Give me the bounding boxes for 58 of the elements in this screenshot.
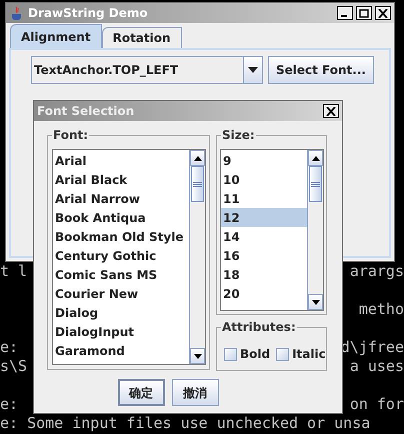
list-item[interactable]: 12	[221, 208, 307, 227]
terminal-text: arargs	[350, 262, 404, 281]
terminal-text: t l	[0, 262, 28, 281]
select-font-button[interactable]: Select Font...	[268, 56, 374, 84]
scroll-up-icon[interactable]	[308, 150, 323, 166]
terminal-text: d\jfree	[340, 338, 404, 357]
minimize-button[interactable]	[337, 6, 353, 20]
list-item[interactable]: Comic Sans MS	[53, 265, 189, 284]
list-item[interactable]: Garamond	[53, 341, 189, 360]
scrollbar[interactable]	[307, 150, 323, 310]
terminal-text: e: Some input files use unchecked or unsa	[0, 414, 370, 433]
list-item[interactable]: Century Gothic	[53, 246, 189, 265]
checkbox-label: Bold	[240, 346, 270, 363]
list-item[interactable]: Arial	[53, 151, 189, 170]
list-item[interactable]: DialogInput	[53, 322, 189, 341]
scroll-up-icon[interactable]	[190, 150, 205, 166]
list-item[interactable]: Courier New	[53, 284, 189, 303]
dialog-button[interactable]: 确定	[118, 379, 164, 406]
checkbox[interactable]	[224, 348, 237, 360]
scroll-thumb[interactable]	[309, 166, 322, 202]
anchor-dropdown[interactable]: TextAnchor.TOP_LEFT	[31, 56, 263, 84]
minimize-icon	[340, 15, 346, 17]
list-item[interactable]: Book Antiqua	[53, 208, 189, 227]
terminal-text: on for	[350, 395, 404, 414]
list-item[interactable]: 20	[221, 284, 307, 303]
list-item[interactable]: Bookman Old Style	[53, 227, 189, 246]
maximize-icon	[359, 8, 369, 18]
tab[interactable]: Alignment	[10, 24, 102, 48]
scroll-down-icon[interactable]	[190, 348, 205, 364]
list-item[interactable]: 10	[221, 170, 307, 189]
list-item[interactable]: 9	[221, 151, 307, 170]
list-item[interactable]: 16	[221, 246, 307, 265]
maximize-button[interactable]	[356, 6, 372, 20]
list-item[interactable]: 11	[221, 189, 307, 208]
caret-icon[interactable]	[243, 57, 262, 83]
scrollbar[interactable]	[189, 150, 205, 364]
scroll-thumb[interactable]	[191, 166, 204, 202]
close-button[interactable]	[323, 104, 339, 118]
list-item[interactable]: Arial Black	[53, 170, 189, 189]
close-icon	[326, 106, 336, 116]
terminal-text: a uses	[350, 357, 404, 376]
terminal-text: metho	[358, 300, 404, 319]
terminal-text: e:	[0, 395, 18, 414]
checkbox[interactable]	[276, 348, 290, 360]
terminal-text: s\S	[0, 357, 28, 376]
list-item[interactable]: 18	[221, 265, 307, 284]
list-item[interactable]: Arial Narrow	[53, 189, 189, 208]
checkbox-label: Italic	[292, 346, 326, 363]
scroll-down-icon[interactable]	[308, 294, 323, 310]
list-item[interactable]: Dialog	[53, 303, 189, 322]
list-item[interactable]: 14	[221, 227, 307, 246]
terminal-text: e:	[0, 338, 18, 357]
dialog-button[interactable]: 撤消	[172, 379, 218, 406]
dialog-title: Font Selection	[37, 103, 136, 120]
tab[interactable]: Rotation	[102, 27, 182, 48]
close-icon	[378, 8, 388, 18]
close-button[interactable]	[375, 6, 391, 20]
window-title: DrawString Demo	[28, 5, 149, 22]
